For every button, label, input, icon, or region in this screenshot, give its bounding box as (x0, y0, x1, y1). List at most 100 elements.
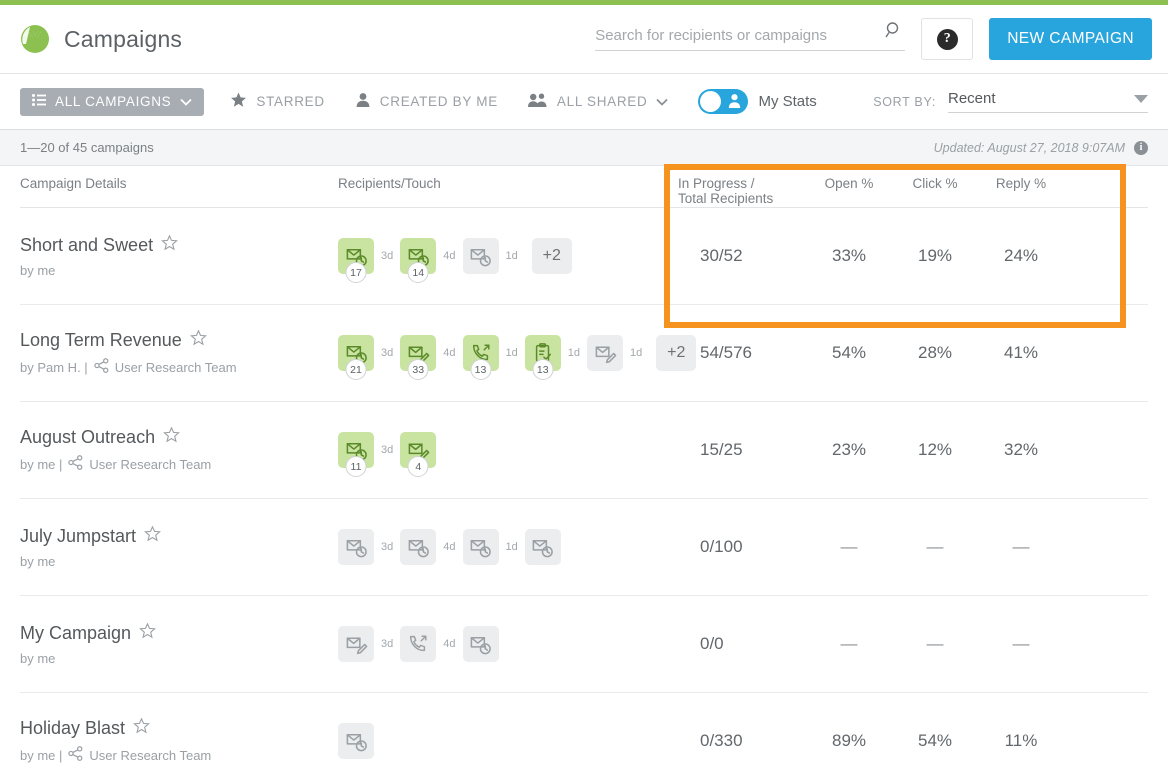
shared-team-label: User Research Team (115, 360, 237, 375)
touch-step-auto-email[interactable]: 17 (338, 238, 374, 274)
table-row[interactable]: August Outreach by me |User Research Team… (20, 402, 1148, 499)
touch-step-auto-email[interactable] (525, 529, 561, 565)
yesware-logo-icon (20, 24, 50, 54)
star-icon[interactable] (190, 330, 207, 351)
header-actions: ? NEW CAMPAIGN (595, 18, 1152, 60)
touch-step-auto-email[interactable]: 21 (338, 335, 374, 371)
in-progress-total-value: 0/330 (700, 731, 743, 750)
campaigns-page: Campaigns ? NEW CAMPAIGN (0, 0, 1168, 776)
touch-step-auto-email[interactable] (338, 529, 374, 565)
star-icon[interactable] (163, 427, 180, 448)
touch-step-task[interactable]: 13 (525, 335, 561, 371)
campaign-name[interactable]: August Outreach (20, 427, 338, 448)
star-icon[interactable] (144, 526, 161, 547)
touch-sequence: 113d4 (338, 432, 678, 468)
results-count: 1—20 of 45 campaigns (20, 140, 154, 155)
campaign-name[interactable]: Short and Sweet (20, 235, 338, 256)
touch-gap-label: 1d (499, 541, 525, 553)
recipients-touch-cell (338, 723, 678, 759)
header-recipients-touch: Recipients/Touch (338, 176, 678, 191)
campaign-byline: by me (20, 263, 338, 278)
in-progress-total-value: 0/100 (700, 537, 743, 556)
header-reply-pct: Reply % (978, 176, 1064, 191)
table-row[interactable]: July Jumpstartby me3d4d1d0/100——— (20, 499, 1148, 596)
recipients-touch-cell: 113d4 (338, 432, 678, 468)
filter-all-shared[interactable]: ALL SHARED (528, 92, 669, 111)
touch-count-badge: 14 (408, 262, 429, 283)
campaign-name-label: August Outreach (20, 427, 155, 448)
header-in-progress-line2: Total Recipients (678, 191, 806, 206)
in-progress-total-value: 15/25 (700, 440, 743, 459)
campaign-name[interactable]: July Jumpstart (20, 526, 338, 547)
toggle-track[interactable] (698, 89, 748, 114)
in-progress-total: 0/100 (678, 537, 806, 557)
touch-count-badge: 17 (346, 262, 367, 283)
star-icon[interactable] (139, 623, 156, 644)
toggle-knob (700, 91, 721, 112)
page-title: Campaigns (64, 26, 182, 53)
reply-pct-value: — (1013, 634, 1030, 653)
campaign-name[interactable]: Holiday Blast (20, 718, 338, 739)
search-input[interactable] (595, 27, 905, 44)
touch-gap-label: 4d (436, 250, 462, 262)
open-pct: — (806, 537, 892, 557)
touch-step-manual-email[interactable]: 4 (400, 432, 436, 468)
sort-by-select[interactable]: Recent (948, 90, 1148, 113)
filter-all-campaigns[interactable]: ALL CAMPAIGNS (20, 88, 204, 116)
star-icon[interactable] (133, 718, 150, 739)
touch-step-auto-email[interactable] (463, 626, 499, 662)
chevron-down-icon[interactable] (1134, 95, 1148, 103)
campaign-byline: by me |User Research Team (20, 455, 338, 473)
touch-step-manual-email[interactable]: 33 (400, 335, 436, 371)
touch-more-button[interactable]: +2 (532, 238, 572, 274)
touch-step-manual-email[interactable] (338, 626, 374, 662)
sort-by-group: SORT BY: Recent (873, 90, 1148, 113)
table-row[interactable]: My Campaignby me3d4d0/0——— (20, 596, 1148, 693)
person-icon (355, 92, 371, 111)
touch-step-auto-email[interactable]: 14 (400, 238, 436, 274)
info-icon[interactable]: i (1134, 141, 1148, 155)
filter-created-by-me-label: CREATED BY ME (380, 94, 498, 109)
campaign-details-cell: July Jumpstartby me (20, 526, 338, 569)
touch-gap-label: 3d (374, 250, 400, 262)
reply-pct: 41% (978, 343, 1064, 363)
campaign-byline: by me (20, 651, 338, 666)
recipients-touch-cell: 3d4d (338, 626, 678, 662)
table-row[interactable]: Holiday Blast by me |User Research Team 0/… (20, 693, 1148, 776)
help-button[interactable]: ? (921, 18, 973, 60)
filter-all-campaigns-label: ALL CAMPAIGNS (55, 94, 171, 109)
in-progress-total: 0/0 (678, 634, 806, 654)
touch-count-badge: 13 (532, 359, 553, 380)
touch-step-call[interactable]: 13 (463, 335, 499, 371)
campaign-details-cell: Holiday Blast by me |User Research Team (20, 718, 338, 764)
filter-starred[interactable]: STARRED (230, 92, 324, 111)
touch-sequence: 3d4d1d (338, 529, 678, 565)
search-box[interactable] (595, 27, 905, 51)
touch-step-auto-email[interactable] (463, 529, 499, 565)
touch-step-call[interactable] (400, 626, 436, 662)
filter-created-by-me[interactable]: CREATED BY ME (355, 92, 498, 111)
recipients-touch-cell: 213d334d131d131d1d+2 (338, 335, 678, 371)
people-icon (528, 92, 548, 111)
touch-step-auto-email[interactable] (463, 238, 499, 274)
star-icon (230, 92, 247, 111)
campaign-name[interactable]: My Campaign (20, 623, 338, 644)
my-stats-toggle[interactable]: My Stats (698, 89, 816, 114)
campaign-byline: by me |User Research Team (20, 746, 338, 764)
new-campaign-button[interactable]: NEW CAMPAIGN (989, 18, 1152, 60)
campaign-name[interactable]: Long Term Revenue (20, 330, 338, 351)
open-pct: — (806, 634, 892, 654)
touch-step-auto-email[interactable] (400, 529, 436, 565)
touch-step-auto-email[interactable] (338, 723, 374, 759)
in-progress-total: 54/576 (678, 343, 806, 363)
touch-step-auto-email[interactable]: 11 (338, 432, 374, 468)
table-row[interactable]: Short and Sweetby me173d144d1d+230/5233%… (20, 208, 1148, 305)
open-pct-value: 54% (832, 343, 866, 362)
touch-sequence: 213d334d131d131d1d+2 (338, 335, 678, 371)
search-icon[interactable] (885, 21, 903, 44)
touch-step-manual-email[interactable] (587, 335, 623, 371)
share-icon (94, 358, 109, 376)
table-row[interactable]: Long Term Revenueby Pam H. |User Researc… (20, 305, 1148, 402)
star-icon[interactable] (161, 235, 178, 256)
header-open-pct: Open % (806, 176, 892, 191)
